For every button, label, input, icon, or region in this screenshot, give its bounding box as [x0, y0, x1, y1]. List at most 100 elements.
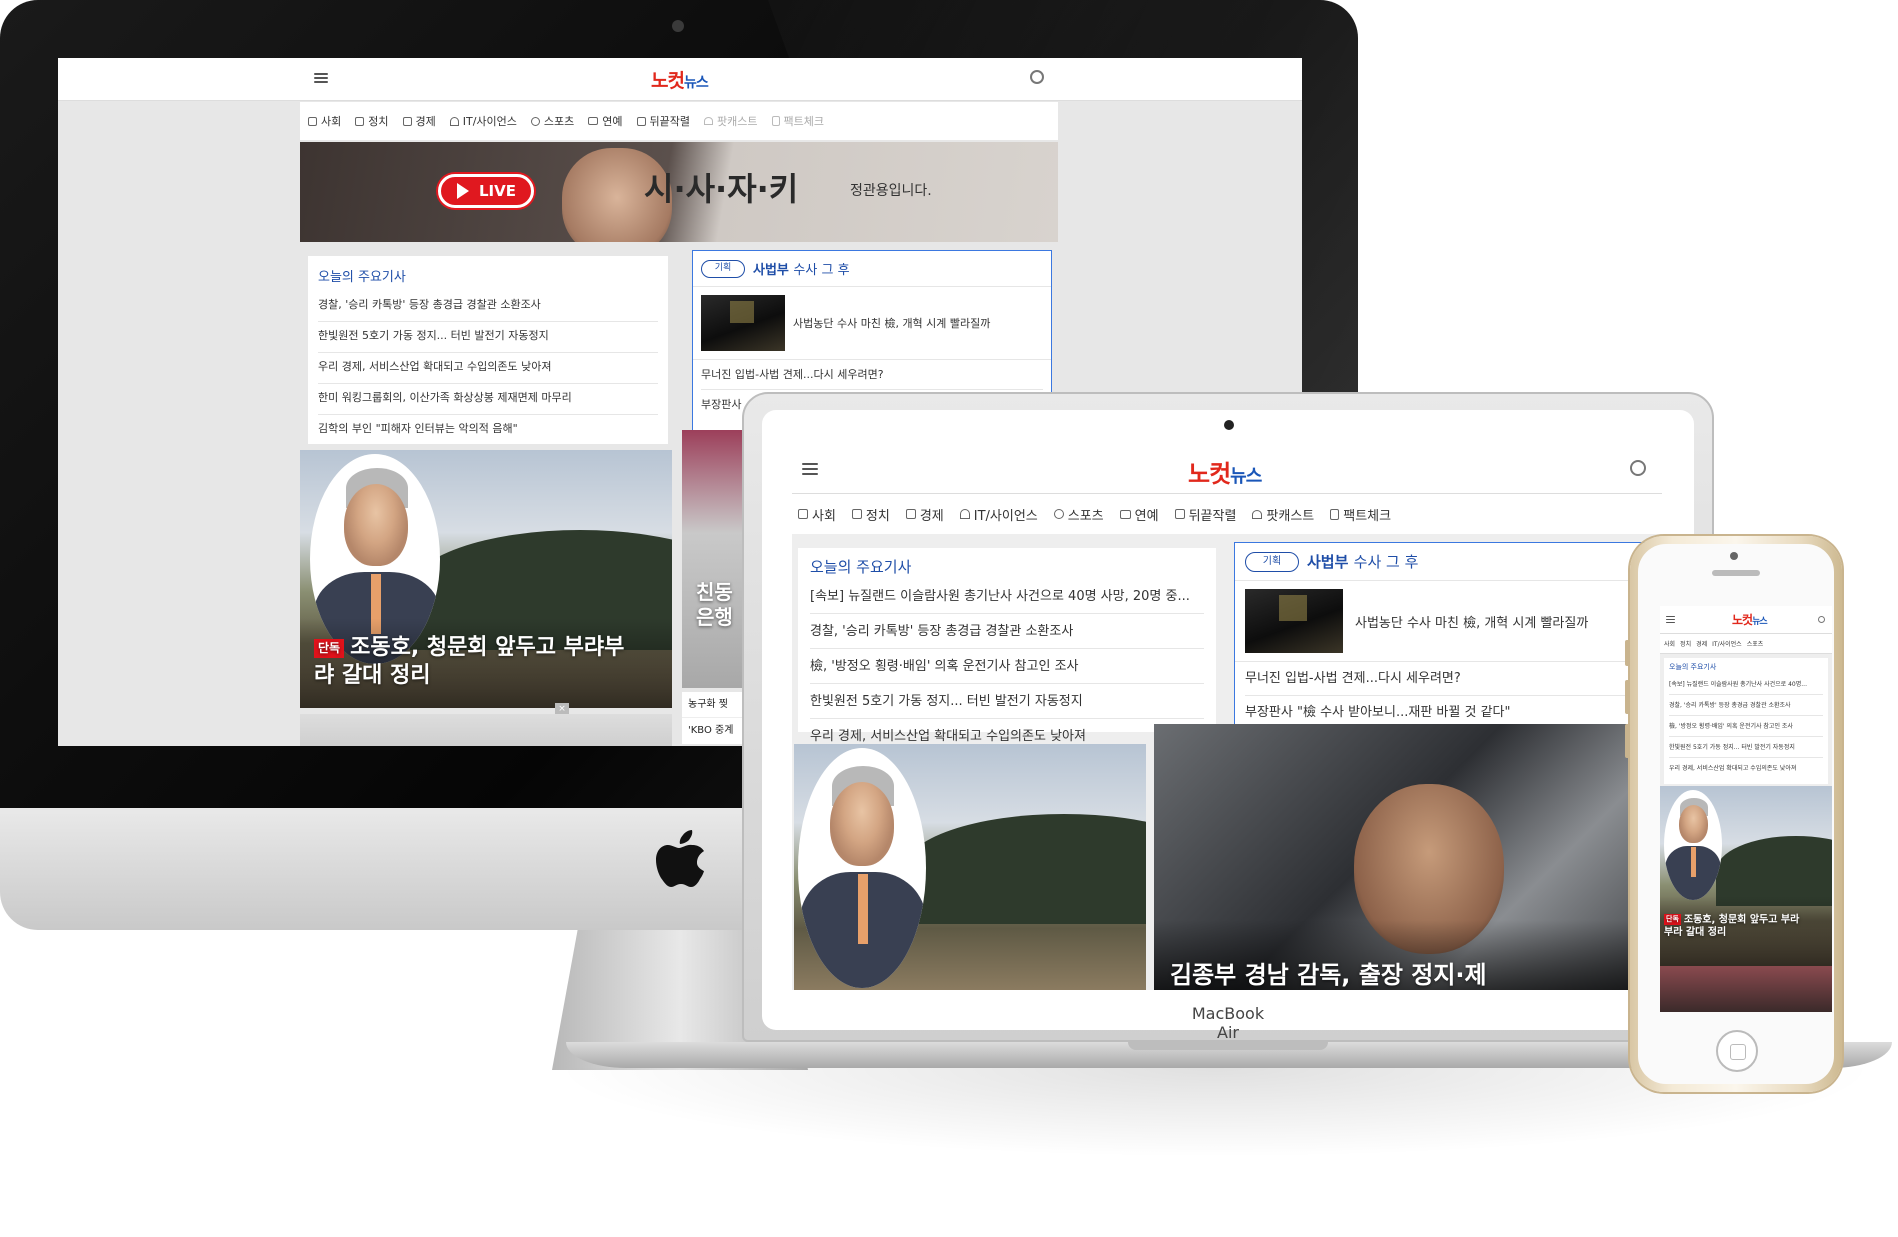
nav-item-factcheck[interactable]: 팩트체크	[1330, 505, 1391, 524]
nav-item-economy[interactable]: 경제	[1696, 639, 1707, 648]
desktop-nav: 사회 정치 경제 IT/사이언스 스포츠 연예 뒤끝작렬 팟캐스트 팩트체크	[300, 102, 1058, 140]
feature-caption: 단독 조동호, 청문회 앞두고 부라 부라 갈대 정리	[1664, 914, 1800, 938]
list-item[interactable]: 무너진 입법-사법 견제...다시 세우려면?	[1245, 662, 1662, 696]
monitor-icon	[1119, 509, 1131, 519]
nav-item-politics[interactable]: 정치	[1680, 639, 1691, 648]
showcase-stage: 노컷뉴스 사회 정치 경제 IT/사이언스 스포츠 연예 뒤끝작렬 팟캐스트 팩…	[0, 0, 1898, 1237]
list-item[interactable]: [속보] 뉴질랜드 이슬람사원 총기난사 사건으로 40명 사망, 20명 중.…	[810, 579, 1204, 614]
iphone-home-button[interactable]	[1716, 1030, 1758, 1072]
top-news-list: 경찰, '승리 카톡방' 등장 총경급 경찰관 소환조사 한빛원전 5호기 가동…	[318, 291, 658, 446]
phone-header: 노컷뉴스	[1660, 606, 1832, 634]
site-logo[interactable]: 노컷뉴스	[1732, 611, 1768, 628]
search-icon[interactable]	[1030, 70, 1044, 84]
menu-icon[interactable]	[802, 463, 818, 475]
live-button[interactable]: LIVE	[438, 174, 534, 208]
iphone-camera	[1730, 552, 1738, 560]
feature-caption: 단독 조동호, 청문회 앞두고 부랴부 랴 갈대 정리	[314, 635, 625, 688]
top-news-list: [속보] 뉴질랜드 이슬람사원 총기난사 사건으로 40명... 경찰, '승리…	[1669, 674, 1823, 779]
nav-item-society[interactable]: 사회	[1664, 639, 1675, 648]
nav-item-politics[interactable]: 정치	[355, 113, 389, 129]
nav-item-entertainment[interactable]: 연예	[588, 113, 623, 129]
phone-nav: 사회 정치 경제 IT/사이언스 스포츠	[1660, 634, 1832, 654]
politics-icon	[355, 116, 365, 126]
economy-icon	[905, 509, 916, 519]
tablet-nav: 사회 정치 경제 IT/사이언스 스포츠 연예 뒤끝작렬 팟캐스트 팩트체크	[792, 494, 1662, 534]
list-item[interactable]: 무너진 입법-사법 견제...다시 세우려면?	[701, 360, 1043, 390]
list-item[interactable]: 檢, '방정오 횡령·배임' 의혹 운전기사 참고인 조사	[810, 649, 1204, 684]
person-portrait	[1664, 790, 1722, 900]
nav-item-sports[interactable]: 스포츠	[530, 113, 574, 129]
play-icon	[457, 183, 469, 199]
series-header[interactable]: 기획 사법부 수사 그 후	[693, 251, 1051, 287]
macbook-notch	[1128, 1042, 1328, 1050]
site-logo[interactable]: 노컷뉴스	[1188, 454, 1262, 489]
monitor-icon	[588, 117, 599, 125]
live-banner[interactable]: LIVE 시·사·자·키 정관용입니다.	[300, 142, 1058, 242]
series-title: 사법부 수사 그 후	[753, 263, 850, 278]
list-item[interactable]: 한빛원전 5호기 가동 정지... 터빈 발전기 자동정지	[1669, 737, 1823, 758]
column-icon	[636, 116, 646, 126]
economy-icon	[402, 116, 412, 126]
nav-item-it-science[interactable]: IT/사이언스	[1712, 639, 1742, 648]
series-thumbnail	[701, 295, 785, 351]
search-icon[interactable]	[1630, 460, 1646, 476]
nav-item-entertainment[interactable]: 연예	[1119, 505, 1159, 524]
series-header[interactable]: 기획 사법부 수사 그 후	[1235, 543, 1662, 581]
logo-part-a: 노컷	[651, 70, 685, 92]
document-icon	[771, 116, 780, 126]
nav-item-podcast[interactable]: 팟캐스트	[704, 113, 758, 129]
iphone-screen: 노컷뉴스 사회 정치 경제 IT/사이언스 스포츠 오늘의 주요기사 [속보] …	[1660, 606, 1832, 1012]
nav-item-factcheck[interactable]: 팩트체크	[771, 113, 824, 129]
imac-camera	[672, 20, 684, 32]
document-icon	[1330, 508, 1340, 520]
feature-photo[interactable]	[794, 744, 1146, 990]
nav-item-podcast[interactable]: 팟캐스트	[1252, 505, 1314, 524]
list-item[interactable]: 檢, '방정오 횡령·배임' 의혹 운전기사 참고인 조사	[1669, 716, 1823, 737]
series-badge: 기획	[1245, 551, 1299, 572]
nav-item-society[interactable]: 사회	[308, 113, 341, 129]
list-item[interactable]: 김학의 부인 "피해자 인터뷰는 악의적 음해"	[318, 415, 658, 446]
menu-icon[interactable]	[1666, 616, 1675, 623]
list-item[interactable]: 한빛원전 5호기 가동 정지... 터빈 발전기 자동정지	[318, 322, 658, 353]
list-item[interactable]: 우리 경제, 서비스산업 확대되고 수입의존도 낮아져	[1669, 758, 1823, 779]
search-icon[interactable]	[1818, 616, 1825, 623]
feature-photo[interactable]: 단독 조동호, 청문회 앞두고 부랴부 랴 갈대 정리	[300, 450, 672, 708]
list-item[interactable]: 경찰, '승리 카톡방' 등장 총경급 경찰관 소환조사	[810, 614, 1204, 649]
series-thumb-row[interactable]: 사법농단 수사 마친 檢, 개혁 시계 빨라질까	[693, 287, 1051, 360]
top-news-list: [속보] 뉴질랜드 이슬람사원 총기난사 사건으로 40명 사망, 20명 중.…	[810, 579, 1204, 754]
banner-subtitle: 정관용입니다.	[850, 183, 932, 199]
second-feature-photo[interactable]: 김종부 경남 감독, 출장 정지·제	[1154, 724, 1662, 990]
nav-item-it-science[interactable]: IT/사이언스	[959, 505, 1038, 524]
tablet-header: 노컷뉴스	[792, 444, 1662, 494]
nav-item-politics[interactable]: 정치	[851, 505, 890, 524]
nav-item-sports[interactable]: 스포츠	[1053, 505, 1104, 524]
nav-item-column[interactable]: 뒤끝작렬	[636, 113, 690, 129]
list-item[interactable]: 한빛원전 5호기 가동 정지... 터빈 발전기 자동정지	[810, 684, 1204, 719]
list-item[interactable]: 경찰, '승리 카톡방' 등장 총경급 경찰관 소환조사	[1669, 695, 1823, 716]
list-item[interactable]: 우리 경제, 서비스산업 확대되고 수입의존도 낮아져	[318, 353, 658, 384]
headphones-icon	[704, 117, 714, 125]
society-icon	[308, 116, 317, 126]
nav-item-it-science[interactable]: IT/사이언스	[449, 113, 517, 129]
series-thumbnail	[1245, 589, 1343, 653]
series-thumb-headline: 사법농단 수사 마친 檢, 개혁 시계 빨라질까	[1355, 615, 1589, 631]
nav-item-sports[interactable]: 스포츠	[1747, 639, 1764, 648]
nav-item-economy[interactable]: 경제	[402, 113, 436, 129]
series-thumb-row[interactable]: 사법농단 수사 마친 檢, 개혁 시계 빨라질까	[1235, 581, 1662, 662]
macbook-label: MacBook Air	[1191, 1004, 1265, 1042]
desktop-header: 노컷뉴스	[58, 58, 1302, 100]
nav-item-society[interactable]: 사회	[798, 505, 836, 524]
feature-photo[interactable]: 단독 조동호, 청문회 앞두고 부라 부라 갈대 정리	[1660, 786, 1832, 966]
nav-item-economy[interactable]: 경제	[905, 505, 944, 524]
series-thumb-headline: 사법농단 수사 마친 檢, 개혁 시계 빨라질까	[793, 317, 991, 330]
iphone-speaker	[1712, 570, 1760, 576]
site-logo[interactable]: 노컷뉴스	[651, 66, 709, 93]
logo-part-b: 뉴스	[683, 75, 709, 91]
list-item[interactable]: [속보] 뉴질랜드 이슬람사원 총기난사 사건으로 40명...	[1669, 674, 1823, 695]
list-item[interactable]: 한미 워킹그룹회의, 이산가족 화상상봉 제재면제 마무리	[318, 384, 658, 415]
menu-icon[interactable]	[314, 73, 328, 83]
nav-item-column[interactable]: 뒤끝작렬	[1174, 505, 1236, 524]
list-item[interactable]: 경찰, '승리 카톡방' 등장 총경급 경찰관 소환조사	[318, 291, 658, 322]
macbook-camera	[1224, 420, 1234, 430]
wifi-icon	[449, 116, 459, 126]
